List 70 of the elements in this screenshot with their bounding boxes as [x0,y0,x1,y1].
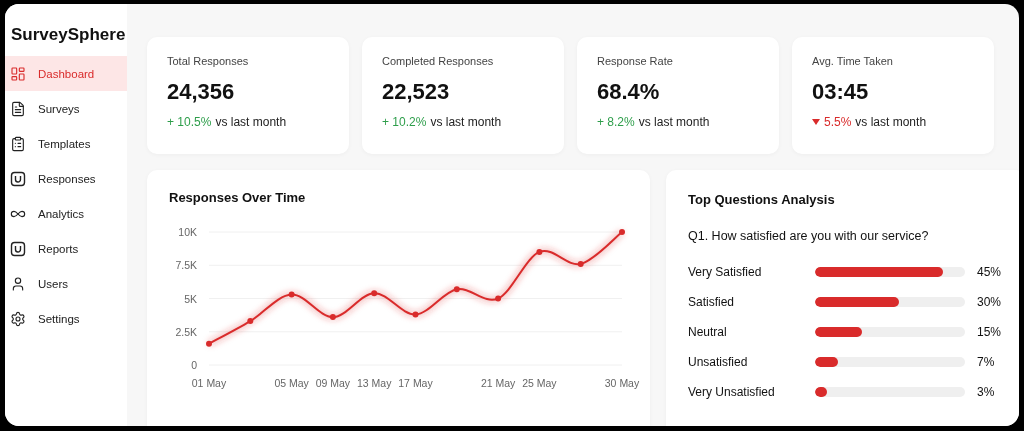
stat-title: Completed Responses [382,55,495,67]
card-title: Responses Over Time [169,190,307,205]
axis-label: 10K [178,226,197,238]
answer-label: Neutral [688,325,728,339]
data-point [329,314,336,321]
data-point [288,291,295,298]
stat-value: 22,523 [382,79,451,105]
stat-value: 68.4% [597,79,661,105]
data-point [577,260,584,267]
axis-label: 17 May [398,377,433,389]
answer-label: Very Unsatisfied [688,385,776,399]
axis-label: 09 May [315,377,351,389]
clipboard-icon [10,135,26,152]
sidebar-item[interactable]: Surveys [5,91,127,126]
sidebar-item[interactable]: Users [5,266,127,301]
answer-label: Satisfied [688,295,736,309]
answer-percent: 45% [977,265,1002,279]
answer-percent: 30% [977,295,1002,309]
axis-label: 25 May [522,377,557,389]
question-text: Q1. How satisfied are you with our service? [688,229,930,243]
sidebar-item[interactable]: Responses [5,161,127,196]
stat-value: 03:45 [812,79,870,105]
answer-percent: 15% [977,325,1002,339]
answer-percent: 3% [977,385,995,399]
change-value: 5.5% [824,115,852,129]
answer-label: Very Satisfied [688,265,763,279]
settings-icon [10,310,26,327]
change-note: vs last month [855,115,927,129]
change-note: vs last month [638,115,710,129]
axis-label: 13 May [357,377,392,389]
stat-title: Total Responses [167,55,250,67]
answer-percent: 7% [977,355,995,369]
axis-label: 30 May [604,377,640,389]
card-title: Top Questions Analysis [688,192,836,207]
axis-label: 7.5K [175,259,197,272]
change-note: vs last month [430,115,502,129]
data-point [495,295,502,302]
data-point [371,290,378,297]
axis-label: 2.5K [175,325,197,338]
sidebar-item[interactable]: Dashboard [5,56,127,91]
stat-title: Avg. Time Taken [812,55,894,67]
data-point [453,286,460,293]
axis-label: 01 May [191,377,227,389]
dashboard-icon [10,65,26,82]
sidebar-item[interactable]: Settings [5,301,127,336]
data-point [206,340,212,347]
answer-label: Unsatisfied [688,355,749,369]
sidebar-item[interactable]: Reports [5,231,127,266]
axis-label: 0 [191,359,197,371]
square-u-icon [10,170,26,187]
data-point [412,311,419,318]
change-note: vs last month [215,115,287,129]
data-point [247,318,254,325]
stat-value: 24,356 [167,79,236,105]
document-icon [10,100,26,117]
axis-label: 5K [184,292,197,305]
brand-logo: SurveySphere [11,24,126,46]
change-value: + 8.2% [597,115,635,129]
sidebar-item[interactable]: Analytics [5,196,127,231]
square-u-icon [10,240,26,257]
axis-label: 05 May [274,377,309,389]
data-point [536,248,543,255]
axis-label: 21 May [480,377,516,389]
down-triangle-icon [812,119,820,125]
change-value: + 10.5% [167,115,212,129]
change-value: + 10.2% [382,115,427,129]
sidebar-item[interactable]: Templates [5,126,127,161]
user-icon [10,275,26,292]
stat-title: Response Rate [597,55,674,67]
data-point [619,229,625,235]
